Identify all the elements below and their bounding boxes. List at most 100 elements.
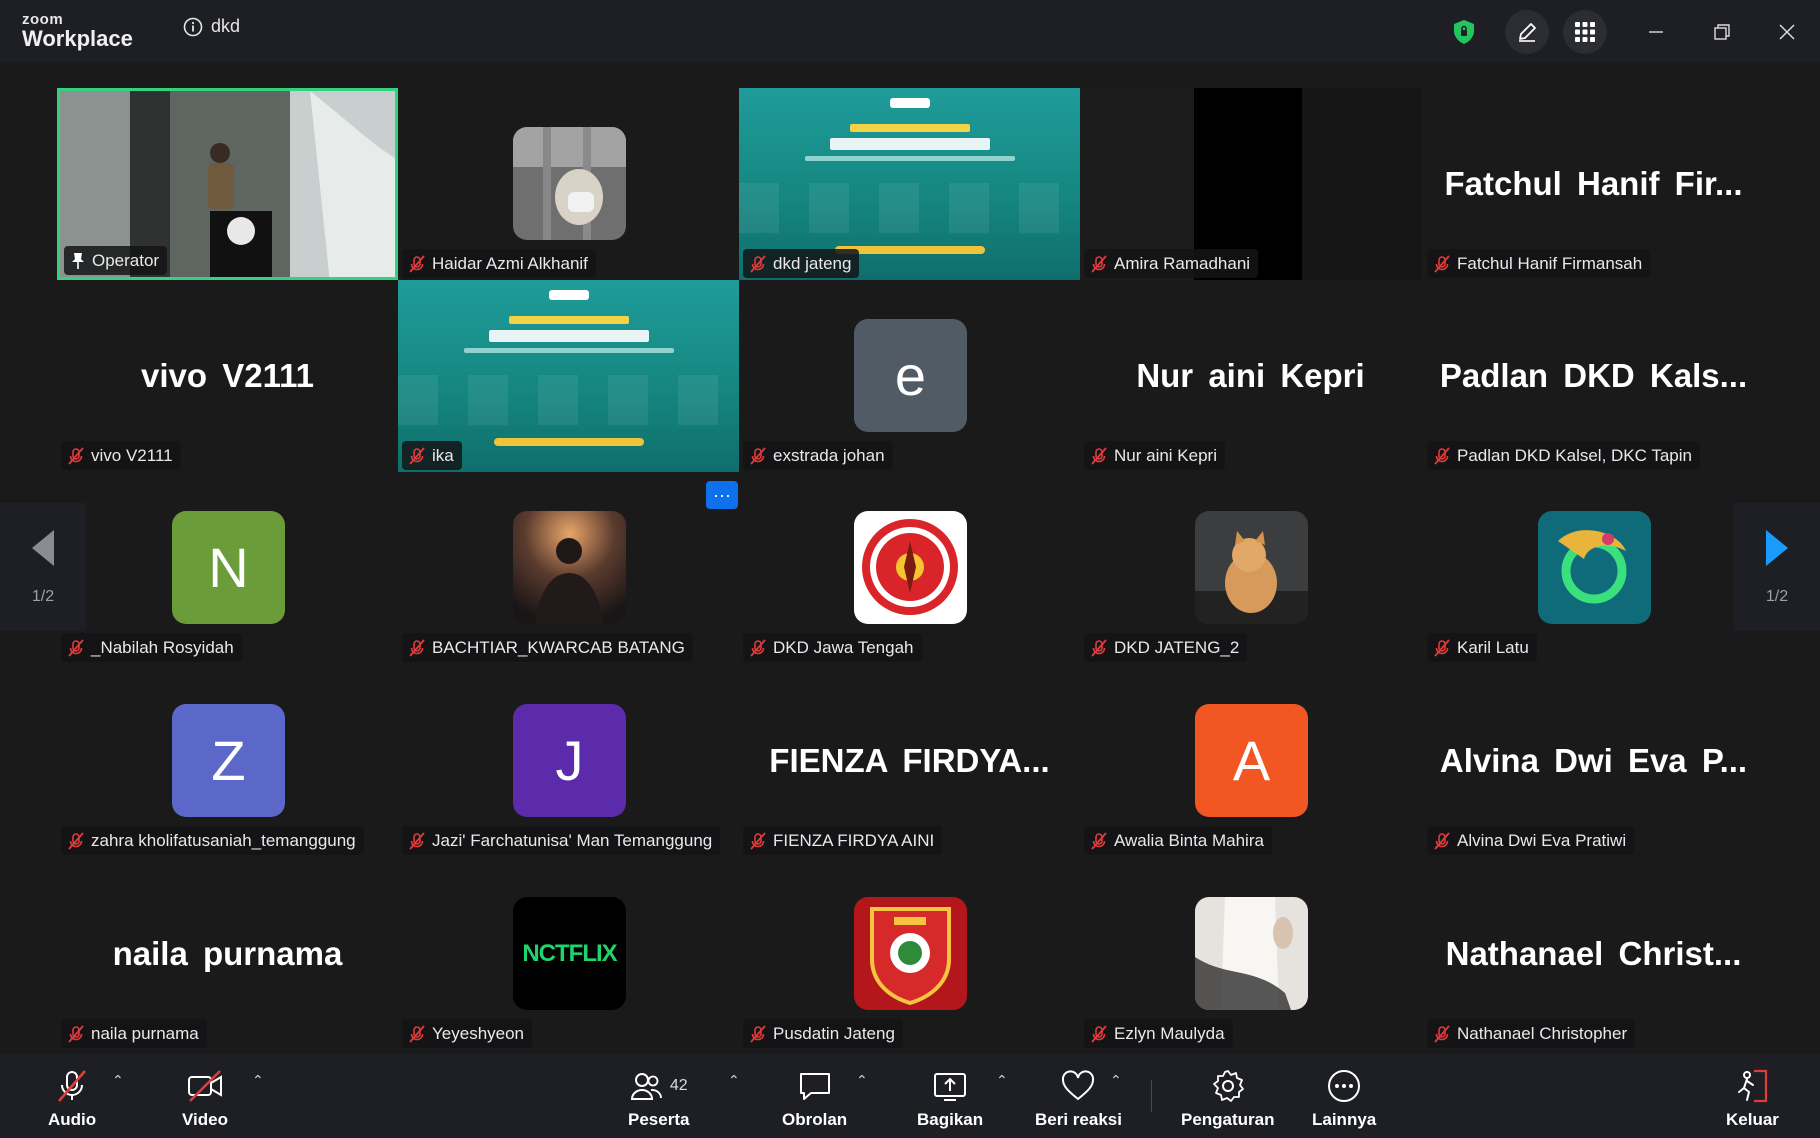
- brand-small: zoom: [22, 11, 64, 28]
- participants-options-chevron-up-icon[interactable]: ⌃: [728, 1072, 740, 1089]
- tile-more-options-button[interactable]: ···: [706, 481, 738, 509]
- chat-options-chevron-up-icon[interactable]: ⌃: [856, 1072, 868, 1089]
- participant-tile[interactable]: Alvina Dwi Eva P... Alvina Dwi Eva Pratiw…: [1423, 665, 1764, 857]
- chat-button[interactable]: Obrolan: [782, 1068, 847, 1130]
- avatar-initial: J: [555, 729, 584, 792]
- close-icon[interactable]: [1765, 10, 1809, 54]
- mic-muted-icon: [1091, 254, 1107, 273]
- participant-tile[interactable]: NCTFLIX Yeyeshyeon: [398, 858, 739, 1050]
- participant-tile[interactable]: Fatchul Hanif Fir... Fatchul Hanif Firman…: [1423, 88, 1764, 280]
- mic-muted-icon: [750, 831, 766, 850]
- participant-name: vivo V2111: [91, 445, 173, 465]
- video-button[interactable]: Video: [182, 1068, 228, 1130]
- participant-tile[interactable]: naila purnama naila purnama: [57, 858, 398, 1050]
- audio-options-chevron-up-icon[interactable]: ⌃: [112, 1072, 124, 1089]
- participant-name: Haidar Azmi Alkhanif: [432, 253, 588, 273]
- participant-name-label: dkd jateng: [743, 249, 860, 278]
- participant-name-label: Pusdatin Jateng: [743, 1019, 903, 1048]
- gallery-view: Operator Haidar Azmi Alkhanif dkd jateng Am…: [0, 62, 1820, 1054]
- participant-tile[interactable]: vivo V2111 vivo V2111: [57, 280, 398, 472]
- participant-tile[interactable]: A Awalia Binta Mahira: [1080, 665, 1421, 857]
- mic-muted-icon: [409, 446, 425, 465]
- minimize-icon[interactable]: [1634, 10, 1678, 54]
- participant-name: Jazi' Farchatunisa' Man Temanggung: [432, 830, 713, 850]
- next-page-button[interactable]: 1/2: [1734, 503, 1820, 631]
- participant-name-label: Awalia Binta Mahira: [1084, 826, 1272, 855]
- participants-icon: [630, 1073, 662, 1100]
- participant-tile[interactable]: DKD Jawa Tengah: [739, 472, 1080, 664]
- participants-label: Peserta: [628, 1110, 690, 1129]
- more-button[interactable]: Lainnya: [1312, 1068, 1376, 1130]
- participant-tile[interactable]: Haidar Azmi Alkhanif: [398, 88, 739, 280]
- avatar-initial: Z: [211, 729, 246, 792]
- avatar-logo-text: NCTFLIX: [522, 939, 617, 967]
- mic-muted-icon: [750, 254, 766, 273]
- audio-label: Audio: [48, 1110, 97, 1129]
- participant-tile[interactable]: Padlan DKD Kals... Padlan DKD Kalsel, DKC…: [1423, 280, 1764, 472]
- participant-tile[interactable]: dkd jateng: [739, 88, 1080, 280]
- audio-button[interactable]: Audio: [48, 1068, 96, 1130]
- restore-icon[interactable]: [1700, 10, 1744, 54]
- participant-name-label: Yeyeshyeon: [402, 1019, 533, 1048]
- participants-button[interactable]: 42 Peserta: [628, 1068, 689, 1130]
- participant-tile[interactable]: Zzahra kholifatusaniah_temanggung: [57, 665, 398, 857]
- share-screen-button[interactable]: Bagikan: [917, 1068, 983, 1130]
- chat-label: Obrolan: [782, 1110, 848, 1129]
- meeting-info-button[interactable]: dkd: [183, 16, 240, 37]
- security-shield-icon[interactable]: [1442, 10, 1486, 54]
- participant-tile[interactable]: J Jazi' Farchatunisa' Man Temanggung: [398, 665, 739, 857]
- video-label: Video: [182, 1110, 228, 1129]
- avatar: J: [513, 704, 626, 817]
- avatar-initial: A: [1232, 729, 1271, 792]
- leave-button[interactable]: Keluar: [1726, 1068, 1779, 1130]
- participants-count: 42: [669, 1077, 688, 1094]
- participant-tile[interactable]: Ezlyn Maulyda: [1080, 858, 1421, 1050]
- mic-muted-icon: [1434, 254, 1450, 273]
- participant-name: DKD JATENG_2: [1114, 637, 1240, 657]
- participant-tile[interactable]: FIENZA FIRDYA... FIENZA FIRDYA AINI: [739, 665, 1080, 857]
- video-options-chevron-up-icon[interactable]: ⌃: [252, 1072, 264, 1089]
- mic-muted-icon: [1434, 831, 1450, 850]
- participant-name: DKD Jawa Tengah: [773, 637, 914, 657]
- participant-tile[interactable]: Pusdatin Jateng: [739, 858, 1080, 1050]
- apps-grid-icon[interactable]: [1563, 10, 1607, 54]
- brand-big: Workplace: [22, 26, 133, 51]
- avatar: [1195, 511, 1308, 624]
- annotate-pencil-icon[interactable]: [1505, 10, 1549, 54]
- mic-muted-icon: [409, 638, 425, 657]
- avatar: NCTFLIX: [513, 897, 626, 1010]
- more-dots-icon: [1328, 1070, 1361, 1102]
- prev-page-indicator: 1/2: [31, 588, 55, 605]
- participant-tile[interactable]: Operator: [57, 88, 398, 280]
- participant-tile[interactable]: Nathanael Christ... Nathanael Christopher: [1423, 858, 1764, 1050]
- avatar: [513, 511, 626, 624]
- participant-name-label: zahra kholifatusaniah_temanggung: [61, 826, 364, 855]
- avatar-initial: N: [208, 536, 249, 599]
- participant-tile[interactable]: BACHTIAR_KWARCAB BATANG: [398, 472, 739, 664]
- participant-tile[interactable]: Nur aini Kepri Nur aini Kepri: [1080, 280, 1421, 472]
- chat-bubble-icon: [799, 1073, 830, 1100]
- reactions-options-chevron-up-icon[interactable]: ⌃: [1110, 1072, 1122, 1089]
- participant-name: Ezlyn Maulyda: [1114, 1023, 1225, 1043]
- mic-muted-icon: [68, 638, 84, 657]
- participant-name: Awalia Binta Mahira: [1114, 830, 1264, 850]
- share-options-chevron-up-icon[interactable]: ⌃: [996, 1072, 1008, 1089]
- arrow-left-icon: [32, 530, 54, 566]
- participant-tile[interactable]: Amira Ramadhani: [1080, 88, 1421, 280]
- mic-muted-icon: [750, 1024, 766, 1043]
- participant-tile[interactable]: Karil Latu: [1423, 472, 1764, 664]
- app-logo: zoom Workplace: [22, 12, 133, 50]
- participant-name: ika: [432, 445, 454, 465]
- participant-tile[interactable]: DKD JATENG_2: [1080, 472, 1421, 664]
- settings-button[interactable]: Pengaturan: [1181, 1068, 1275, 1130]
- participant-name-label: Fatchul Hanif Firmansah: [1427, 249, 1651, 278]
- avatar-initial: e: [894, 344, 927, 407]
- participant-name-label: Jazi' Farchatunisa' Man Temanggung: [402, 826, 721, 855]
- prev-page-button[interactable]: 1/2: [0, 503, 86, 631]
- participant-tile[interactable]: e exstrada johan: [739, 280, 1080, 472]
- reactions-button[interactable]: Beri reaksi: [1035, 1068, 1122, 1130]
- leave-label: Keluar: [1726, 1110, 1779, 1129]
- participant-tile[interactable]: N _Nabilah Rosyidah: [57, 472, 398, 664]
- avatar: Z: [172, 704, 285, 817]
- participant-tile[interactable]: ika: [398, 280, 739, 472]
